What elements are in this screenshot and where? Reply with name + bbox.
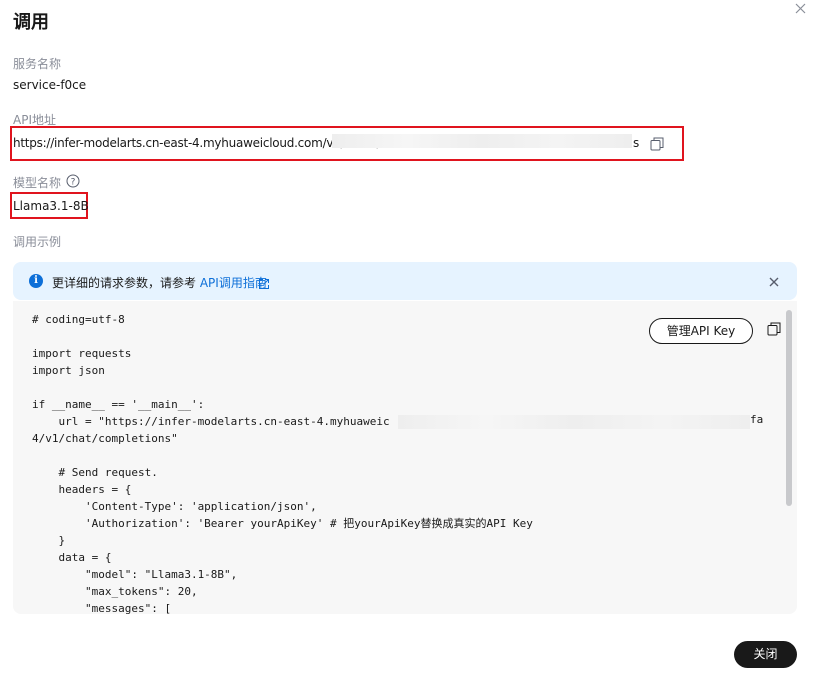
copy-code-icon[interactable] [767, 321, 781, 336]
api-url-redacted [332, 134, 632, 148]
api-guide-link[interactable]: API调用指南 [200, 276, 267, 290]
model-name-value: Llama3.1-8B [13, 199, 89, 213]
code-url-redacted [398, 415, 750, 429]
invoke-dialog: 调用 服务名称 service-f0ce API地址 https://infer… [0, 0, 827, 682]
help-icon[interactable]: ? [66, 173, 80, 188]
notice-bar: i 更详细的请求参数，请参考 API调用指南 [13, 262, 797, 300]
api-url-suffix: s [633, 136, 640, 150]
code-text: # coding=utf-8 import requests import js… [32, 313, 533, 614]
notice-message: 更详细的请求参数，请参考 [52, 276, 200, 290]
close-icon[interactable] [790, 0, 810, 18]
svg-text:?: ? [71, 178, 76, 188]
service-name-label: 服务名称 [13, 57, 62, 71]
notice-text: 更详细的请求参数，请参考 API调用指南 [52, 274, 267, 291]
service-name-value: service-f0ce [13, 78, 87, 92]
code-url-tail: fa [750, 413, 764, 426]
close-button[interactable]: 关闭 [734, 641, 797, 668]
model-name-label: 模型名称 [13, 176, 62, 190]
example-label: 调用示例 [13, 235, 62, 249]
manage-api-key-button[interactable]: 管理API Key [649, 318, 753, 344]
copy-icon[interactable] [650, 136, 664, 151]
dialog-title: 调用 [13, 12, 49, 33]
code-example-block: # coding=utf-8 import requests import js… [13, 301, 797, 614]
notice-close-icon[interactable] [767, 274, 781, 288]
info-icon: i [29, 274, 43, 288]
code-scrollbar[interactable] [786, 310, 792, 506]
external-link-icon[interactable] [258, 275, 270, 289]
